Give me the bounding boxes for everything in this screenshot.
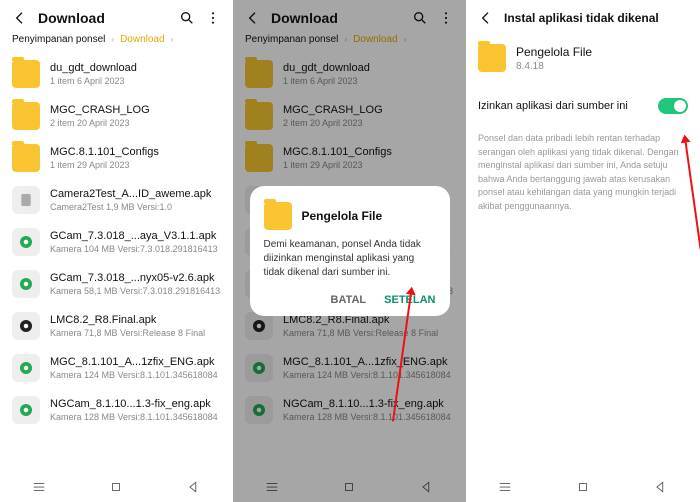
list-item[interactable]: MGC_8.1.101_A...1zfix_ENG.apk Kamera 124 …	[0, 347, 233, 389]
file-name: MGC_CRASH_LOG	[50, 104, 150, 116]
list-item[interactable]: LMC8.2_R8.Final.apk Kamera 71,8 MB Versi:…	[0, 305, 233, 347]
app-icon	[264, 202, 292, 230]
chevron-right-icon: ›	[171, 35, 174, 44]
nav-back-icon[interactable]	[654, 480, 668, 494]
chevron-right-icon: ›	[111, 35, 114, 44]
nav-back-icon[interactable]	[187, 480, 201, 494]
header: Download	[0, 0, 233, 32]
modal-overlay: Pengelola File Demi keamanan, ponsel And…	[233, 0, 466, 502]
app-name: Pengelola File	[516, 45, 592, 59]
list-item[interactable]: du_gdt_download 1 item 6 April 2023	[0, 53, 233, 95]
file-meta: Kamera 124 MB Versi:8.1.101.345618084	[50, 370, 218, 380]
file-meta: Kamera 128 MB Versi:8.1.101.345618084	[50, 412, 218, 422]
back-icon[interactable]	[12, 10, 28, 26]
permission-dialog: Pengelola File Demi keamanan, ponsel And…	[250, 186, 450, 316]
file-meta: 1 item 29 April 2023	[50, 160, 159, 170]
file-meta: 1 item 6 April 2023	[50, 76, 137, 86]
header: Instal aplikasi tidak dikenal	[466, 0, 700, 32]
file-name: MGC_8.1.101_A...1zfix_ENG.apk	[50, 356, 218, 368]
file-meta: Camera2Test 1,9 MB Versi:1.0	[50, 202, 211, 212]
app-version: 8.4.18	[516, 61, 592, 72]
file-meta: Kamera 58,1 MB Versi:7.3.018.291816413	[50, 286, 220, 296]
app-info: Pengelola File 8.4.18	[466, 32, 700, 84]
navbar	[466, 470, 700, 502]
breadcrumb[interactable]: Penyimpanan ponsel › Download ›	[0, 32, 233, 53]
page-title: Instal aplikasi tidak dikenal	[504, 11, 688, 25]
dialog-body: Demi keamanan, ponsel Anda tidak diizink…	[264, 238, 436, 280]
dialog-title: Pengelola File	[302, 209, 383, 223]
warning-text: Ponsel dan data pribadi lebih rentan ter…	[466, 128, 700, 217]
more-icon[interactable]	[205, 10, 221, 26]
file-meta: Kamera 104 MB Versi:7.3.018.291816413	[50, 244, 218, 254]
nav-home-icon[interactable]	[109, 480, 123, 494]
file-meta: 2 item 20 April 2023	[50, 118, 150, 128]
file-name: du_gdt_download	[50, 62, 137, 74]
file-name: GCam_7.3.018_...nyx05-v2.6.apk	[50, 272, 220, 284]
toggle-label: Izinkan aplikasi dari sumber ini	[478, 100, 628, 112]
file-name: GCam_7.3.018_...aya_V3.1.1.apk	[50, 230, 218, 242]
app-icon	[478, 44, 506, 72]
list-item[interactable]: GCam_7.3.018_...aya_V3.1.1.apk Kamera 104…	[0, 221, 233, 263]
file-name: Camera2Test_A...ID_aweme.apk	[50, 188, 211, 200]
back-icon[interactable]	[478, 10, 494, 26]
nav-menu-icon[interactable]	[32, 480, 46, 494]
page-title: Download	[38, 10, 169, 26]
search-icon[interactable]	[179, 10, 195, 26]
list-item[interactable]: NGCam_8.1.10...1.3-fix_eng.apk Kamera 128…	[0, 389, 233, 431]
toggle-switch[interactable]	[658, 98, 688, 114]
file-name: MGC.8.1.101_Configs	[50, 146, 159, 158]
nav-menu-icon[interactable]	[498, 480, 512, 494]
nav-home-icon[interactable]	[576, 480, 590, 494]
list-item[interactable]: Camera2Test_A...ID_aweme.apk Camera2Test …	[0, 179, 233, 221]
file-list: du_gdt_download 1 item 6 April 2023 MGC_CR…	[0, 53, 233, 470]
list-item[interactable]: MGC.8.1.101_Configs 1 item 29 April 2023	[0, 137, 233, 179]
navbar	[0, 470, 233, 502]
list-item[interactable]: GCam_7.3.018_...nyx05-v2.6.apk Kamera 58,…	[0, 263, 233, 305]
file-name: LMC8.2_R8.Final.apk	[50, 314, 205, 326]
allow-toggle-row[interactable]: Izinkan aplikasi dari sumber ini	[466, 84, 700, 128]
list-item[interactable]: MGC_CRASH_LOG 2 item 20 April 2023	[0, 95, 233, 137]
file-name: NGCam_8.1.10...1.3-fix_eng.apk	[50, 398, 218, 410]
cancel-button[interactable]: BATAL	[331, 294, 367, 306]
file-meta: Kamera 71,8 MB Versi:Release 8 Final	[50, 328, 205, 338]
